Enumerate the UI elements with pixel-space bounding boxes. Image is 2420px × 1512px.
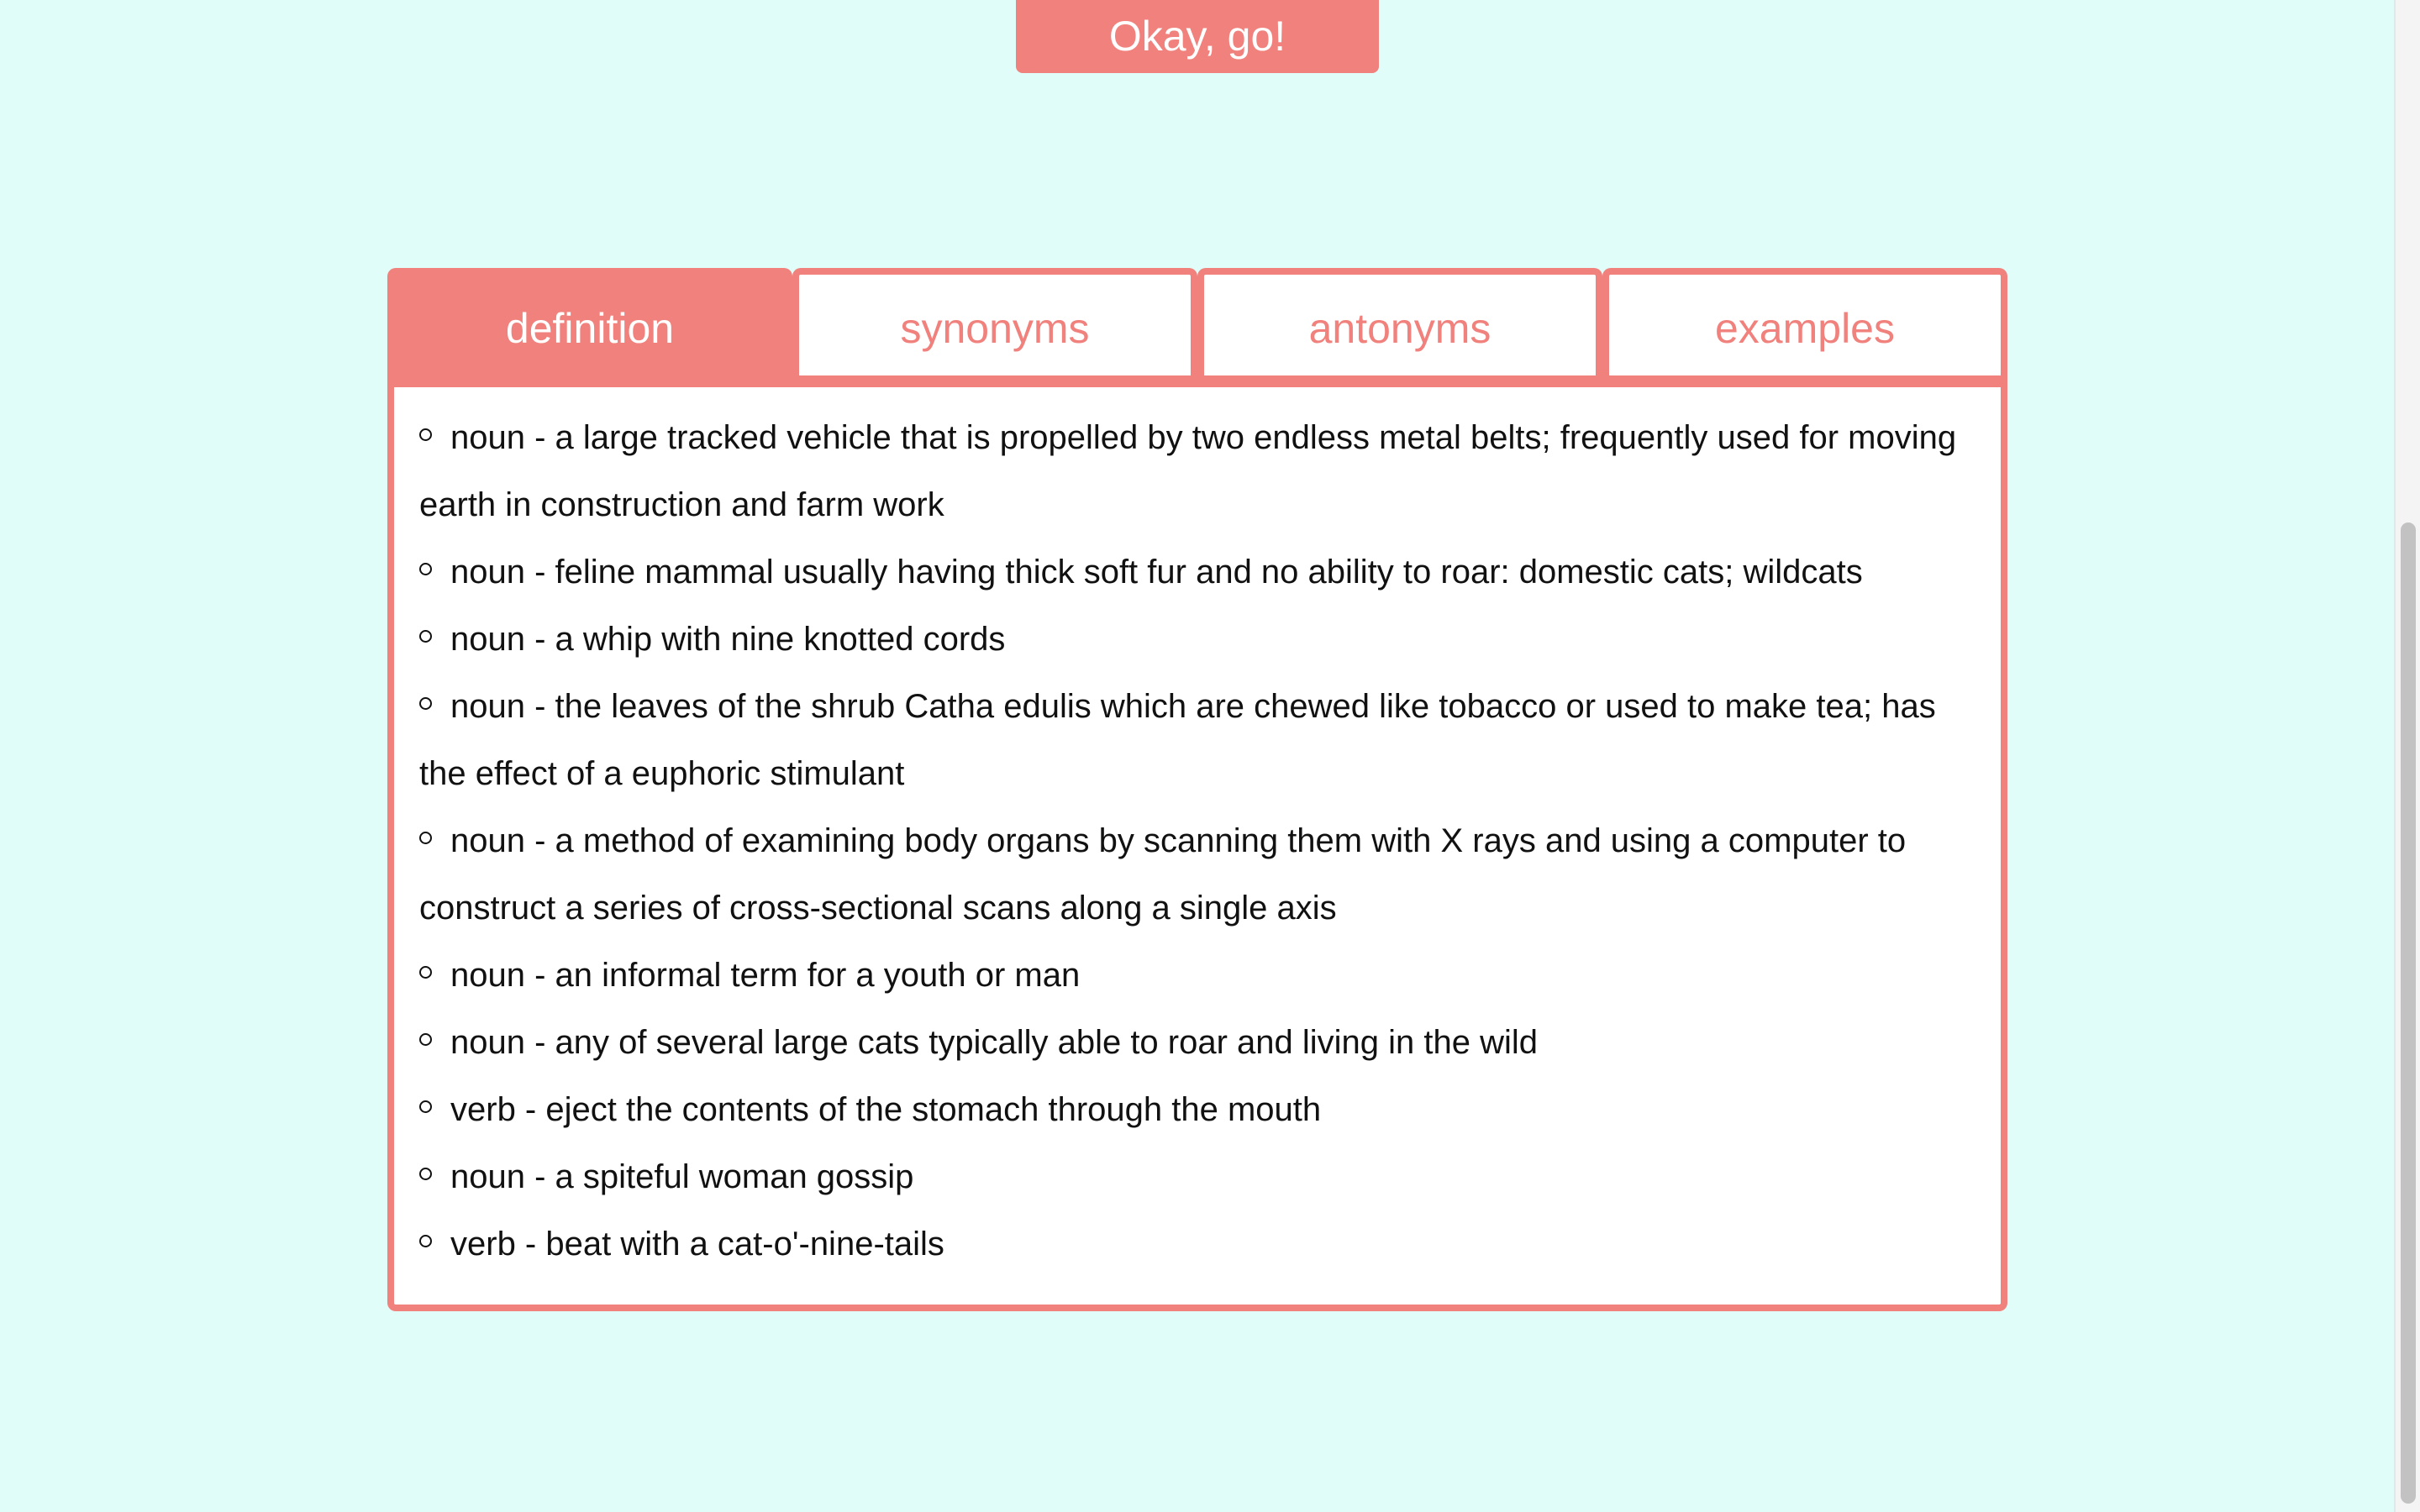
circle-bullet-icon xyxy=(419,1167,432,1180)
tab-examples[interactable]: examples xyxy=(1602,268,2007,382)
definition-text: noun - a spiteful woman gossip xyxy=(450,1158,914,1195)
list-item: verb - eject the contents of the stomach… xyxy=(419,1076,1975,1143)
definition-text: noun - a method of examining body organs… xyxy=(419,822,1907,927)
definition-text: noun - any of several large cats typical… xyxy=(450,1024,1539,1061)
definition-text: noun - the leaves of the shrub Catha edu… xyxy=(419,688,1936,792)
list-item: noun - a spiteful woman gossip xyxy=(419,1143,1975,1210)
scrollbar-thumb[interactable] xyxy=(2401,522,2416,1504)
list-item: noun - an informal term for a youth or m… xyxy=(419,942,1975,1009)
page-scrollbar[interactable] xyxy=(2394,0,2420,1512)
circle-bullet-icon xyxy=(419,629,432,643)
circle-bullet-icon xyxy=(419,1234,432,1247)
circle-bullet-icon xyxy=(419,562,432,575)
tab-antonyms[interactable]: antonyms xyxy=(1197,268,1602,382)
circle-bullet-icon xyxy=(419,831,432,844)
definition-text: noun - a large tracked vehicle that is p… xyxy=(419,419,1957,523)
circle-bullet-icon xyxy=(419,696,432,710)
list-item: noun - feline mammal usually having thic… xyxy=(419,538,1975,606)
definition-text: noun - an informal term for a youth or m… xyxy=(450,957,1081,994)
definition-text: noun - feline mammal usually having thic… xyxy=(450,554,1863,591)
circle-bullet-icon xyxy=(419,1100,432,1113)
definition-text: verb - eject the contents of the stomach… xyxy=(450,1091,1322,1128)
tab-bar: definition synonyms antonyms examples xyxy=(387,268,2007,382)
circle-bullet-icon xyxy=(419,965,432,979)
word-info-panel: definition synonyms antonyms examples no… xyxy=(387,268,2007,1311)
tab-synonyms[interactable]: synonyms xyxy=(792,268,1197,382)
tab-definition[interactable]: definition xyxy=(387,268,792,382)
okay-go-button[interactable]: Okay, go! xyxy=(1016,0,1379,73)
list-item: verb - beat with a cat-o'-nine-tails xyxy=(419,1210,1975,1278)
definition-text: noun - a whip with nine knotted cords xyxy=(450,621,1006,658)
page: Okay, go! definition synonyms antonyms e… xyxy=(0,0,2420,1512)
list-item: noun - a whip with nine knotted cords xyxy=(419,606,1975,673)
circle-bullet-icon xyxy=(419,428,432,441)
definition-content: noun - a large tracked vehicle that is p… xyxy=(387,375,2007,1311)
circle-bullet-icon xyxy=(419,1032,432,1046)
list-item: noun - a large tracked vehicle that is p… xyxy=(419,404,1975,538)
list-item: noun - any of several large cats typical… xyxy=(419,1009,1975,1076)
definition-text: verb - beat with a cat-o'-nine-tails xyxy=(450,1226,944,1263)
list-item: noun - the leaves of the shrub Catha edu… xyxy=(419,673,1975,807)
list-item: noun - a method of examining body organs… xyxy=(419,807,1975,942)
definition-list: noun - a large tracked vehicle that is p… xyxy=(419,404,1975,1278)
